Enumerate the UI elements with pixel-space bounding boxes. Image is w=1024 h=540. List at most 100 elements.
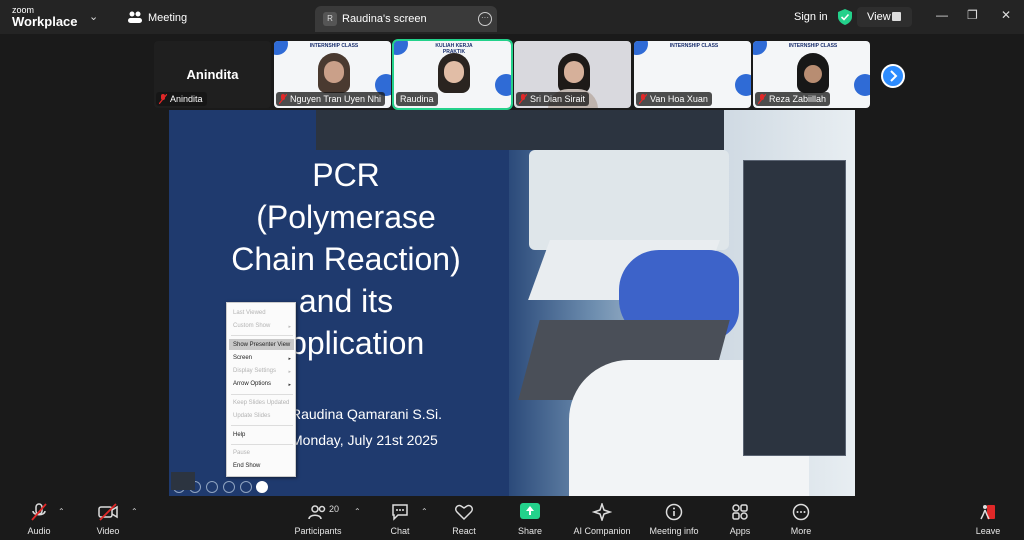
menu-item-custom-show[interactable]: Custom Show [233, 323, 270, 329]
participant-name-label: Reza Zabiillah [755, 92, 831, 106]
menu-separator [231, 425, 293, 426]
title-bar: zoom Workplace ⌄ Meeting R Raudina's scr… [0, 0, 1024, 34]
share-label: Share [517, 526, 543, 536]
slide-date: Monday, July 21st 2025 [291, 432, 438, 448]
meeting-info-button[interactable]: Meeting info [644, 497, 704, 540]
chat-icon [392, 504, 408, 521]
pcr-machine [529, 150, 729, 250]
participant-name: Nguyen Tran Uyen Nhi [290, 94, 382, 104]
shared-screen-tab[interactable]: R Raudina's screen ··· [315, 6, 497, 32]
menu-item-display-settings[interactable]: Display Settings [233, 368, 276, 374]
decor-blob [735, 74, 751, 96]
minimize-icon[interactable]: — [936, 8, 948, 22]
participants-label: Participants [294, 526, 342, 536]
menu-item-help[interactable]: Help [233, 432, 245, 438]
decor-blob [753, 41, 767, 55]
participant-tile-2[interactable]: INTERNSHIP CLASS Nguyen Tran Uyen Nhi [274, 41, 391, 108]
background-header: INTERNSHIP CLASS [669, 43, 719, 49]
participant-tile-1[interactable]: Anindita Anindita [154, 41, 271, 108]
participant-tile-4[interactable]: Sri Dian Sirait [514, 41, 631, 108]
slide-title-line: (Polymerase [256, 199, 436, 235]
meeting-tab[interactable]: Meeting [148, 12, 187, 24]
menu-item-arrow-options[interactable]: Arrow Options [233, 381, 271, 387]
chevron-up-icon[interactable]: ⌃ [131, 507, 138, 516]
menu-item-screen[interactable]: Screen [233, 355, 252, 361]
participants-button[interactable]: 20 Participants [292, 497, 344, 540]
chat-label: Chat [390, 526, 410, 536]
participant-name-label: Anindita [156, 92, 207, 106]
slide-title-line: Chain Reaction) [231, 241, 461, 277]
submenu-arrow-icon: ▸ [288, 324, 291, 330]
participant-name: Sri Dian Sirait [530, 94, 586, 104]
chat-button[interactable]: Chat [382, 497, 418, 540]
app-brand[interactable]: Workplace [12, 14, 78, 29]
decor-blob [854, 74, 870, 96]
chevron-up-icon[interactable]: ⌃ [354, 507, 361, 516]
participant-video-face [804, 65, 822, 83]
background-header: INTERNSHIP CLASS [309, 43, 359, 49]
menu-item-last-viewed[interactable]: Last Viewed [233, 310, 266, 316]
participant-name-label: Raudina [396, 92, 438, 106]
share-screen-icon [520, 503, 540, 519]
mic-off-icon [279, 94, 287, 104]
menu-separator [231, 335, 293, 336]
view-label: View [867, 11, 891, 23]
leave-button[interactable]: Leave [970, 497, 1006, 540]
menu-item-pause[interactable]: Pause [233, 450, 250, 456]
submenu-arrow-icon: ▸ [288, 382, 291, 388]
audio-button[interactable]: Audio [18, 497, 60, 540]
slide-presenter: Raudina Qamarani S.Si. [291, 406, 442, 422]
sparkle-icon [592, 503, 612, 521]
mic-off-icon [758, 94, 766, 104]
sign-in-link[interactable]: Sign in [794, 11, 828, 23]
next-page-button[interactable] [881, 64, 905, 88]
participant-video-face [444, 61, 464, 83]
restore-icon[interactable]: ❐ [967, 8, 978, 22]
more-icon [792, 503, 810, 521]
more-button[interactable]: More [783, 497, 819, 540]
apps-button[interactable]: Apps [722, 497, 758, 540]
menu-item-keep-updated[interactable]: Keep Slides Updated [233, 400, 289, 406]
more-options-icon[interactable] [256, 481, 268, 493]
apps-label: Apps [729, 526, 751, 536]
background-header: INTERNSHIP CLASS [788, 43, 838, 49]
participant-tile-3[interactable]: KULIAH KERJA PRAKTIK Raudina [392, 39, 513, 110]
more-label: More [790, 526, 812, 536]
react-button[interactable]: React [446, 497, 482, 540]
pen-icon[interactable] [206, 481, 218, 493]
leave-icon [980, 505, 995, 520]
participant-name: Van Hoa Xuan [650, 94, 708, 104]
menu-item-end-show[interactable]: End Show [233, 463, 260, 469]
obscured-region [743, 160, 846, 456]
submenu-arrow-icon: ▸ [288, 356, 291, 362]
video-button[interactable]: Video [88, 497, 128, 540]
chevron-up-icon[interactable]: ⌃ [421, 507, 428, 516]
mic-off-icon [519, 94, 527, 104]
menu-item-presenter-view[interactable]: Show Presenter View [233, 342, 290, 348]
info-icon [665, 503, 683, 521]
shield-check-icon[interactable] [838, 9, 852, 25]
participant-tile-5[interactable]: INTERNSHIP CLASS Van Hoa Xuan [634, 41, 751, 108]
participant-name: Raudina [400, 94, 434, 104]
video-label: Video [96, 526, 120, 536]
chevron-down-icon[interactable]: ⌄ [89, 10, 98, 23]
participant-name: Anindita [170, 94, 203, 104]
heart-icon [455, 504, 473, 521]
slides-grid-icon[interactable] [223, 481, 235, 493]
more-options-icon[interactable]: ··· [478, 12, 492, 26]
slideshow-context-menu: Last Viewed Custom Show ▸ Show Presenter… [226, 302, 296, 477]
ai-companion-button[interactable]: AI Companion [568, 497, 636, 540]
participant-video-face [324, 61, 344, 83]
menu-item-update-slides[interactable]: Update Slides [233, 413, 270, 419]
meeting-info-label: Meeting info [649, 526, 699, 536]
chevron-up-icon[interactable]: ⌃ [58, 507, 65, 516]
participant-tile-6[interactable]: INTERNSHIP CLASS Reza Zabiillah [753, 41, 870, 108]
video-off-icon [98, 503, 118, 521]
share-button[interactable]: Share [512, 497, 548, 540]
zoom-icon[interactable] [240, 481, 252, 493]
view-button[interactable]: View [857, 7, 912, 27]
apps-icon [732, 504, 748, 520]
close-icon[interactable]: ✕ [1001, 8, 1011, 22]
participant-name-label: Nguyen Tran Uyen Nhi [276, 92, 386, 106]
decor-blob [634, 41, 648, 55]
